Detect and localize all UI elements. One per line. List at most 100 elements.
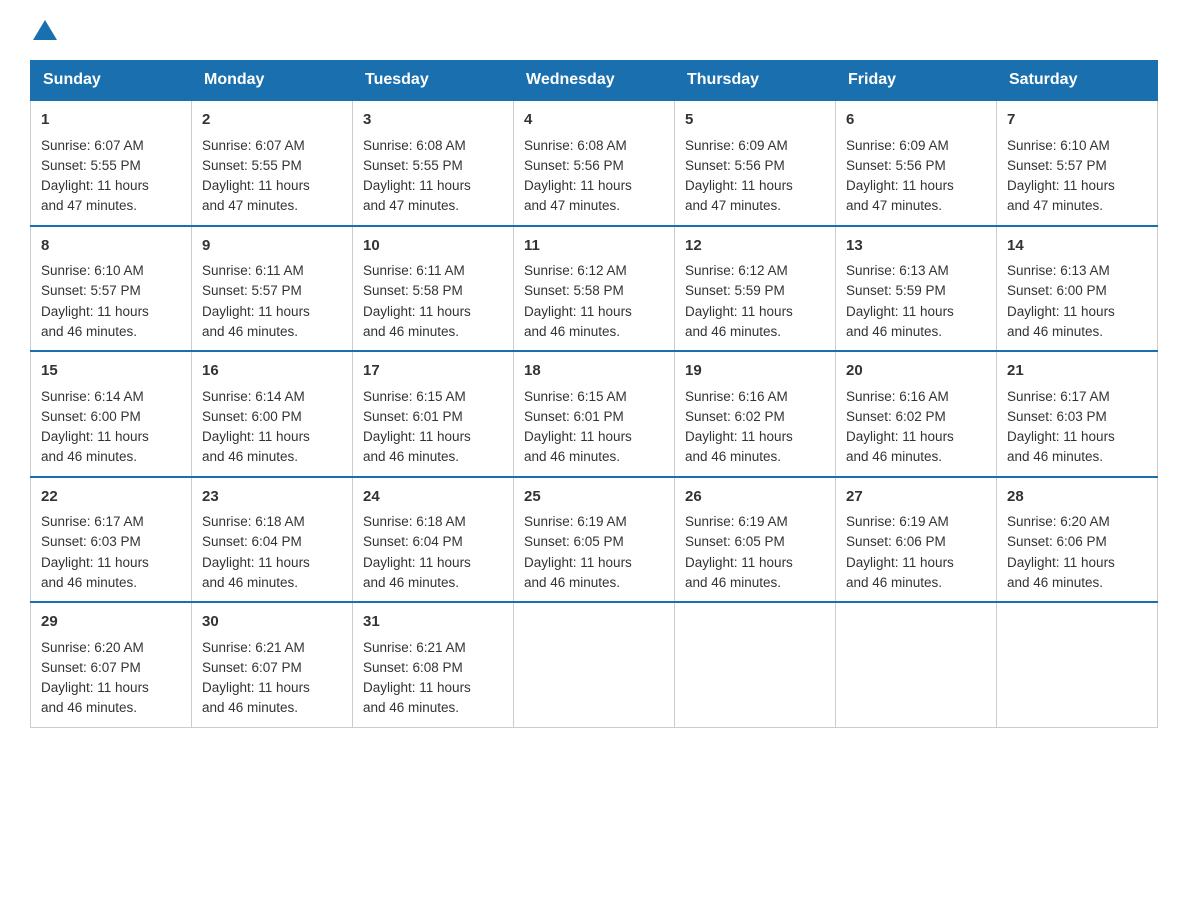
sunrise-label: Sunrise: 6:21 AM — [363, 640, 466, 655]
sunrise-label: Sunrise: 6:16 AM — [685, 389, 788, 404]
day-number: 12 — [685, 235, 825, 258]
calendar-day-cell: 17 Sunrise: 6:15 AM Sunset: 6:01 PM Dayl… — [353, 351, 514, 477]
calendar-day-cell: 6 Sunrise: 6:09 AM Sunset: 5:56 PM Dayli… — [836, 100, 997, 226]
calendar-day-cell — [675, 602, 836, 727]
logo — [30, 20, 57, 40]
daylight-label: Daylight: 11 hoursand 46 minutes. — [524, 429, 632, 464]
sunset-label: Sunset: 6:02 PM — [685, 409, 785, 424]
sunset-label: Sunset: 6:06 PM — [1007, 534, 1107, 549]
daylight-label: Daylight: 11 hoursand 46 minutes. — [685, 555, 793, 590]
day-number: 13 — [846, 235, 986, 258]
day-number: 17 — [363, 360, 503, 383]
day-number: 30 — [202, 611, 342, 634]
calendar-table: SundayMondayTuesdayWednesdayThursdayFrid… — [30, 60, 1158, 728]
daylight-label: Daylight: 11 hoursand 46 minutes. — [846, 429, 954, 464]
sunrise-label: Sunrise: 6:14 AM — [202, 389, 305, 404]
daylight-label: Daylight: 11 hoursand 46 minutes. — [41, 429, 149, 464]
calendar-day-cell: 28 Sunrise: 6:20 AM Sunset: 6:06 PM Dayl… — [997, 477, 1158, 603]
day-number: 9 — [202, 235, 342, 258]
calendar-day-cell — [997, 602, 1158, 727]
sunrise-label: Sunrise: 6:17 AM — [41, 514, 144, 529]
daylight-label: Daylight: 11 hoursand 46 minutes. — [685, 429, 793, 464]
calendar-day-cell: 31 Sunrise: 6:21 AM Sunset: 6:08 PM Dayl… — [353, 602, 514, 727]
sunrise-label: Sunrise: 6:10 AM — [1007, 138, 1110, 153]
calendar-day-cell: 18 Sunrise: 6:15 AM Sunset: 6:01 PM Dayl… — [514, 351, 675, 477]
sunset-label: Sunset: 6:07 PM — [202, 660, 302, 675]
sunset-label: Sunset: 6:04 PM — [363, 534, 463, 549]
sunrise-label: Sunrise: 6:09 AM — [846, 138, 949, 153]
calendar-day-cell: 16 Sunrise: 6:14 AM Sunset: 6:00 PM Dayl… — [192, 351, 353, 477]
day-number: 2 — [202, 109, 342, 132]
calendar-week-row: 8 Sunrise: 6:10 AM Sunset: 5:57 PM Dayli… — [31, 226, 1158, 352]
sunset-label: Sunset: 6:00 PM — [41, 409, 141, 424]
calendar-week-row: 29 Sunrise: 6:20 AM Sunset: 6:07 PM Dayl… — [31, 602, 1158, 727]
sunrise-label: Sunrise: 6:07 AM — [41, 138, 144, 153]
daylight-label: Daylight: 11 hoursand 46 minutes. — [846, 304, 954, 339]
daylight-label: Daylight: 11 hoursand 46 minutes. — [202, 680, 310, 715]
sunset-label: Sunset: 5:55 PM — [41, 158, 141, 173]
sunrise-label: Sunrise: 6:15 AM — [363, 389, 466, 404]
calendar-day-cell: 3 Sunrise: 6:08 AM Sunset: 5:55 PM Dayli… — [353, 100, 514, 226]
sunset-label: Sunset: 6:07 PM — [41, 660, 141, 675]
daylight-label: Daylight: 11 hoursand 46 minutes. — [524, 555, 632, 590]
day-number: 29 — [41, 611, 181, 634]
calendar-day-header: Friday — [836, 61, 997, 101]
calendar-day-cell: 15 Sunrise: 6:14 AM Sunset: 6:00 PM Dayl… — [31, 351, 192, 477]
sunrise-label: Sunrise: 6:19 AM — [846, 514, 949, 529]
calendar-day-cell: 9 Sunrise: 6:11 AM Sunset: 5:57 PM Dayli… — [192, 226, 353, 352]
daylight-label: Daylight: 11 hoursand 47 minutes. — [846, 178, 954, 213]
calendar-header-row: SundayMondayTuesdayWednesdayThursdayFrid… — [31, 61, 1158, 101]
day-number: 3 — [363, 109, 503, 132]
day-number: 31 — [363, 611, 503, 634]
day-number: 7 — [1007, 109, 1147, 132]
calendar-day-header: Saturday — [997, 61, 1158, 101]
day-number: 11 — [524, 235, 664, 258]
sunset-label: Sunset: 6:08 PM — [363, 660, 463, 675]
day-number: 4 — [524, 109, 664, 132]
sunrise-label: Sunrise: 6:11 AM — [202, 263, 304, 278]
calendar-day-cell: 11 Sunrise: 6:12 AM Sunset: 5:58 PM Dayl… — [514, 226, 675, 352]
calendar-day-cell — [514, 602, 675, 727]
day-number: 20 — [846, 360, 986, 383]
sunset-label: Sunset: 6:00 PM — [1007, 283, 1107, 298]
sunset-label: Sunset: 5:56 PM — [524, 158, 624, 173]
sunrise-label: Sunrise: 6:19 AM — [685, 514, 788, 529]
calendar-day-cell: 25 Sunrise: 6:19 AM Sunset: 6:05 PM Dayl… — [514, 477, 675, 603]
day-number: 1 — [41, 109, 181, 132]
calendar-day-header: Tuesday — [353, 61, 514, 101]
calendar-day-cell: 26 Sunrise: 6:19 AM Sunset: 6:05 PM Dayl… — [675, 477, 836, 603]
sunset-label: Sunset: 6:04 PM — [202, 534, 302, 549]
calendar-week-row: 15 Sunrise: 6:14 AM Sunset: 6:00 PM Dayl… — [31, 351, 1158, 477]
daylight-label: Daylight: 11 hoursand 47 minutes. — [41, 178, 149, 213]
sunset-label: Sunset: 5:57 PM — [202, 283, 302, 298]
daylight-label: Daylight: 11 hoursand 46 minutes. — [363, 680, 471, 715]
day-number: 6 — [846, 109, 986, 132]
sunrise-label: Sunrise: 6:15 AM — [524, 389, 627, 404]
daylight-label: Daylight: 11 hoursand 46 minutes. — [685, 304, 793, 339]
sunset-label: Sunset: 6:01 PM — [363, 409, 463, 424]
calendar-day-cell: 12 Sunrise: 6:12 AM Sunset: 5:59 PM Dayl… — [675, 226, 836, 352]
daylight-label: Daylight: 11 hoursand 46 minutes. — [1007, 304, 1115, 339]
sunset-label: Sunset: 6:03 PM — [41, 534, 141, 549]
sunrise-label: Sunrise: 6:13 AM — [1007, 263, 1110, 278]
sunset-label: Sunset: 5:58 PM — [363, 283, 463, 298]
daylight-label: Daylight: 11 hoursand 46 minutes. — [524, 304, 632, 339]
day-number: 27 — [846, 486, 986, 509]
sunrise-label: Sunrise: 6:11 AM — [363, 263, 465, 278]
sunset-label: Sunset: 6:05 PM — [685, 534, 785, 549]
sunset-label: Sunset: 6:03 PM — [1007, 409, 1107, 424]
sunrise-label: Sunrise: 6:07 AM — [202, 138, 305, 153]
sunset-label: Sunset: 6:05 PM — [524, 534, 624, 549]
day-number: 23 — [202, 486, 342, 509]
daylight-label: Daylight: 11 hoursand 46 minutes. — [202, 429, 310, 464]
day-number: 14 — [1007, 235, 1147, 258]
daylight-label: Daylight: 11 hoursand 47 minutes. — [363, 178, 471, 213]
sunrise-label: Sunrise: 6:18 AM — [202, 514, 305, 529]
day-number: 10 — [363, 235, 503, 258]
sunrise-label: Sunrise: 6:18 AM — [363, 514, 466, 529]
calendar-week-row: 1 Sunrise: 6:07 AM Sunset: 5:55 PM Dayli… — [31, 100, 1158, 226]
sunset-label: Sunset: 5:57 PM — [1007, 158, 1107, 173]
day-number: 18 — [524, 360, 664, 383]
sunrise-label: Sunrise: 6:20 AM — [1007, 514, 1110, 529]
daylight-label: Daylight: 11 hoursand 46 minutes. — [41, 680, 149, 715]
